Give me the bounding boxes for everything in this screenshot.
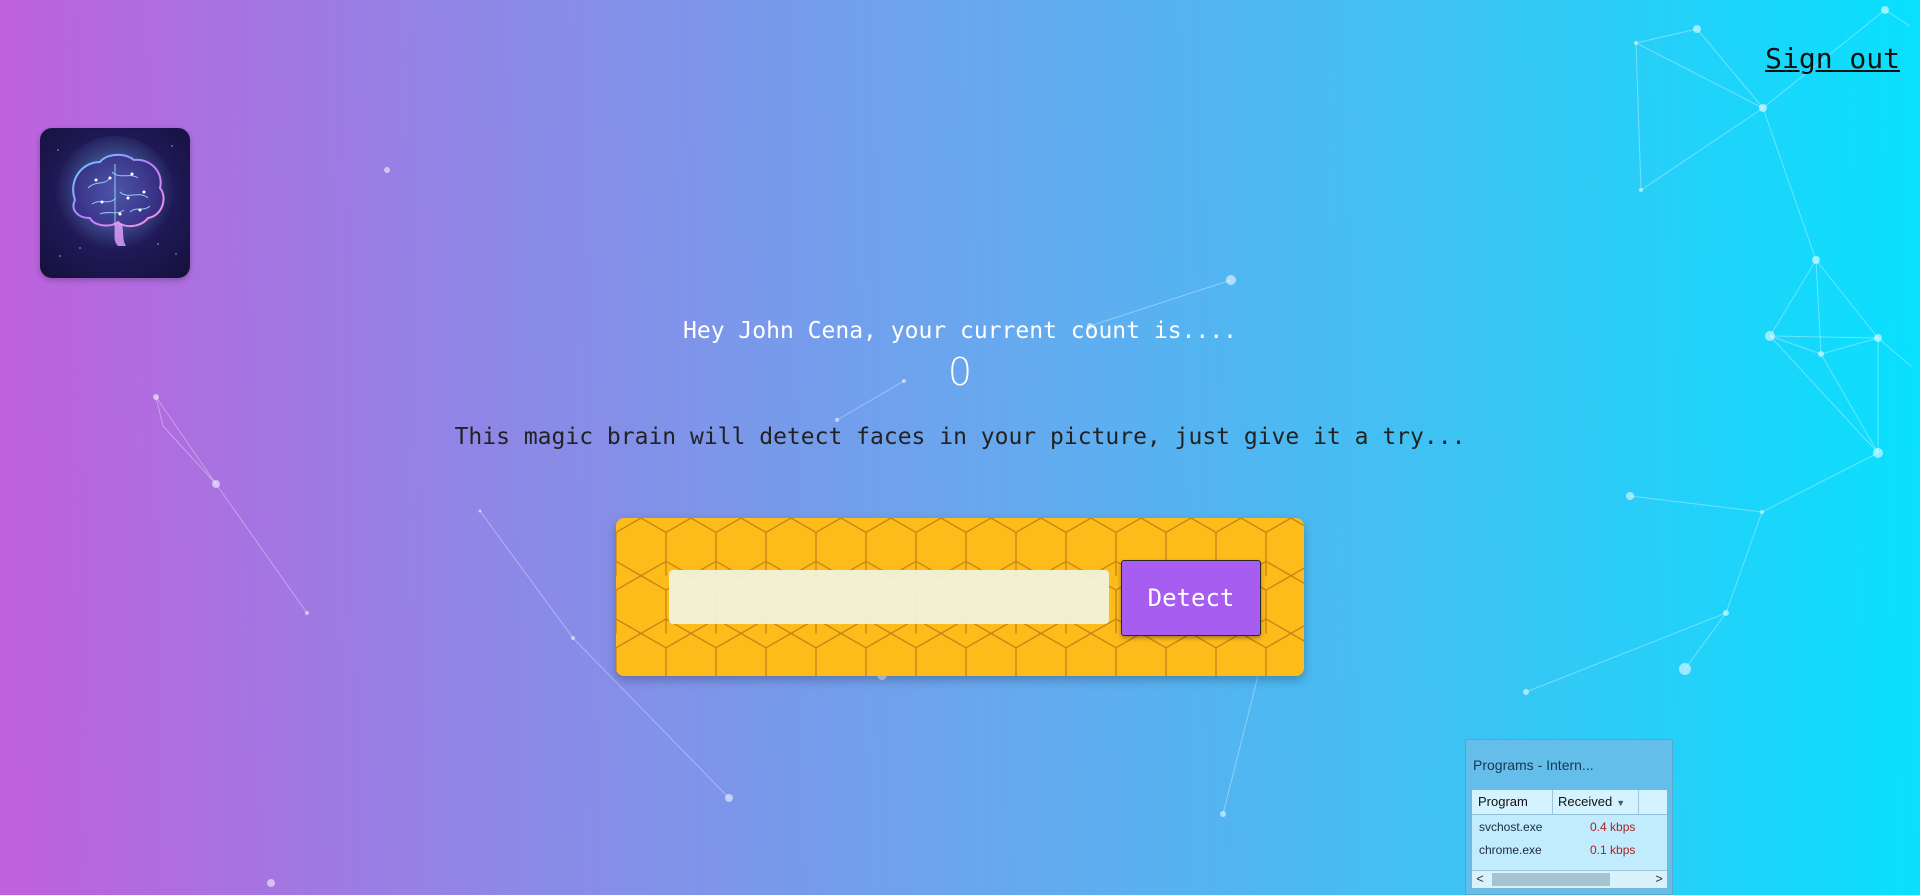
table-header: Program Received ▼ <box>1472 790 1667 815</box>
column-header-received[interactable]: Received ▼ <box>1558 790 1639 814</box>
greeting-text: Hey John Cena, your current count is.... <box>683 318 1237 344</box>
scroll-left-icon[interactable]: < <box>1472 871 1488 888</box>
scrollbar-thumb[interactable] <box>1492 873 1610 886</box>
column-header-program[interactable]: Program <box>1478 790 1553 814</box>
network-monitor-title: Programs - Intern... <box>1473 757 1594 773</box>
image-link-form: Detect <box>616 518 1304 676</box>
table-row[interactable]: svchost.exe 0.4 kbps <box>1472 816 1667 838</box>
table-row[interactable]: chrome.exe 0.1 kbps <box>1472 839 1667 861</box>
horizontal-scrollbar[interactable]: < > <box>1472 870 1667 888</box>
brain-logo[interactable] <box>40 128 190 278</box>
received-rate: 0.4 kbps <box>1590 820 1636 834</box>
received-rate: 0.1 kbps <box>1590 843 1636 857</box>
sign-out-link[interactable]: Sign out <box>1765 42 1900 75</box>
brain-logo-icon <box>55 136 177 257</box>
column-header-received-label: Received <box>1558 794 1613 809</box>
network-monitor-table: Program Received ▼ svchost.exe 0.4 kbps c… <box>1471 789 1668 889</box>
scroll-right-icon[interactable]: > <box>1651 871 1667 888</box>
program-name: chrome.exe <box>1479 843 1542 857</box>
entry-count: 0 <box>947 350 973 394</box>
column-header-program-label: Program <box>1478 794 1528 809</box>
intro-text: This magic brain will detect faces in yo… <box>454 424 1466 450</box>
network-monitor-widget: Programs - Intern... Program Received ▼ s… <box>1465 739 1673 895</box>
image-url-input[interactable] <box>669 570 1109 624</box>
program-name: svchost.exe <box>1479 820 1543 834</box>
detect-button[interactable]: Detect <box>1121 560 1261 636</box>
sort-descending-icon: ▼ <box>1616 798 1626 808</box>
